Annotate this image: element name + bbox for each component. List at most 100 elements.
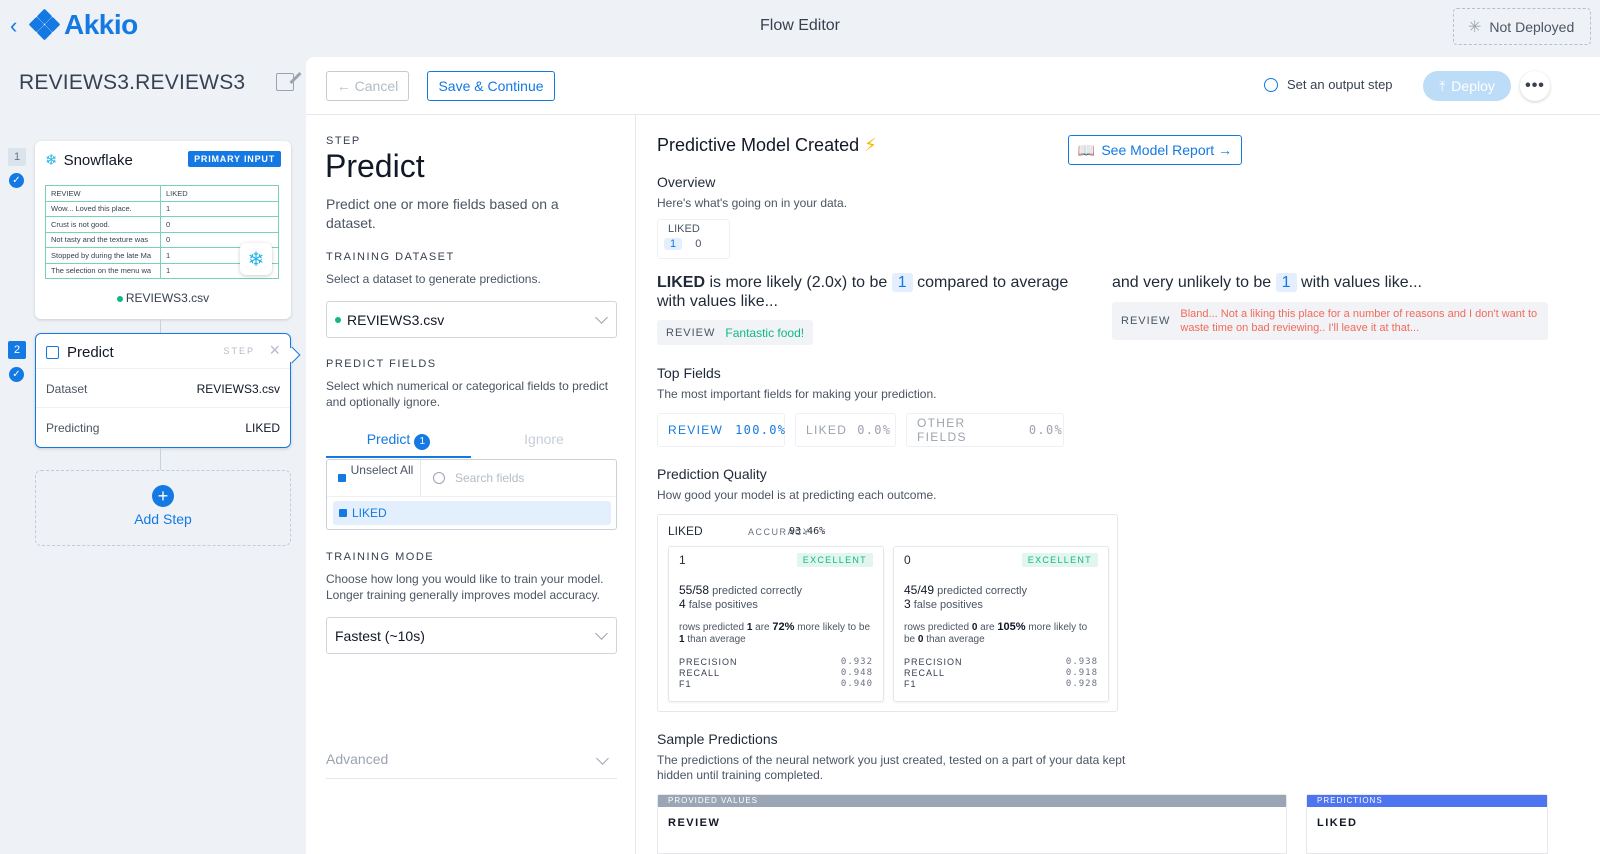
- top-field-pct: 0.0%: [857, 423, 892, 437]
- source-file: REVIEWS3.csv: [35, 291, 291, 305]
- overview-desc: Here's what's going on in your data.: [657, 196, 848, 210]
- see-model-report-button[interactable]: 📖 See Model Report →: [1068, 135, 1242, 165]
- provided-values-header: PROVIDED VALUES REVIEW: [657, 794, 1287, 854]
- pill-value: Bland... Not a liking this place for a n…: [1180, 308, 1538, 334]
- edit-icon[interactable]: [276, 73, 294, 91]
- fp-count: 4: [679, 597, 686, 611]
- step-title: Predict: [67, 344, 114, 361]
- deployment-status-button[interactable]: ✳ Not Deployed: [1453, 8, 1591, 45]
- output-step-label: Set an output step: [1287, 77, 1393, 92]
- value-chip: 1: [1275, 273, 1297, 292]
- toolbar: ← Cancel Save & Continue Set an output s…: [306, 57, 1600, 115]
- snowflake-step-card[interactable]: ❄ Snowflake PRIMARY INPUT REVIEW LIKED Wo…: [35, 141, 291, 319]
- pill-value: Fantastic food!: [725, 325, 805, 340]
- top-bar: ‹ Akkio Flow Editor ✳ Not Deployed: [0, 0, 1600, 54]
- top-field-name: OTHER FIELDS: [917, 416, 967, 444]
- likelihood-text: rows predicted 0 are 105% more likely to…: [904, 621, 1088, 645]
- search-icon: [433, 472, 445, 484]
- top-field-pct: 0.0%: [1028, 423, 1063, 437]
- metrics-list: PRECISION 0.932 RECALL 0.948 F1 0.940: [679, 657, 873, 689]
- fp-count: 3: [904, 597, 911, 611]
- top-fields-desc: The most important fields for making you…: [657, 387, 937, 401]
- step-title: Snowflake: [63, 151, 133, 169]
- training-mode-label: TRAINING MODE: [326, 551, 435, 563]
- top-field-name: LIKED: [806, 423, 848, 437]
- pq-field: LIKED: [668, 524, 703, 538]
- close-icon[interactable]: ×: [269, 340, 280, 361]
- set-output-step[interactable]: Set an output step: [1264, 77, 1393, 92]
- results-title: Predictive Model Created ⚡: [657, 135, 877, 156]
- see-report-label: See Model Report →: [1101, 142, 1233, 158]
- predict-fields-tabs: Predict 1 Ignore: [326, 426, 617, 458]
- table-row: Wow... Loved this place. 1: [45, 200, 279, 217]
- upload-icon: ⤒: [1439, 77, 1446, 94]
- add-step-label: Add Step: [134, 511, 192, 527]
- likely-text: is more likely (2.0x) to be: [709, 274, 888, 291]
- step-description: Predict one or more fields based on a da…: [326, 196, 559, 231]
- status-dot: [116, 295, 123, 302]
- lightning-icon: ⚡: [864, 135, 877, 155]
- tab-ignore[interactable]: Ignore: [471, 431, 617, 447]
- fp-text: false positives: [913, 599, 983, 611]
- plus-icon: +: [152, 485, 174, 507]
- likely-summary: LIKED is more likely (2.0x) to be 1 comp…: [657, 273, 1087, 311]
- more-options-button[interactable]: •••: [1520, 71, 1550, 101]
- training-dataset-desc: Select a dataset to generate predictions…: [326, 272, 541, 286]
- value-chip: 0: [695, 238, 702, 250]
- field-option-label: LIKED: [352, 506, 387, 520]
- outcome-card: 0 EXCELLENT 45/49 predicted correctly 3 …: [893, 546, 1109, 702]
- unselect-all-button[interactable]: Unselect All: [336, 464, 418, 476]
- predictions-label: PREDICTIONS: [1307, 795, 1547, 807]
- snowflake-icon[interactable]: ❄: [240, 243, 272, 275]
- provided-values-label: PROVIDED VALUES: [658, 795, 1286, 807]
- pill-label: REVIEW: [666, 326, 716, 339]
- outcome-value: 0: [904, 553, 911, 567]
- check-icon: ✓: [9, 173, 24, 188]
- step-title: Predict: [325, 148, 425, 184]
- tab-label: Predict: [366, 431, 411, 447]
- detail-value: REVIEWS3.csv: [196, 382, 280, 396]
- search-input[interactable]: Search fields: [433, 471, 524, 485]
- check-icon: ✓: [9, 367, 24, 382]
- unlikely-example-pill: REVIEW Bland... Not a liking this place …: [1112, 302, 1548, 340]
- pill-label: REVIEW: [1121, 315, 1171, 327]
- spark-icon: ✳: [1468, 18, 1482, 36]
- advanced-toggle[interactable]: Advanced: [326, 751, 617, 779]
- deploy-button[interactable]: ⤒ Deploy: [1423, 71, 1511, 101]
- add-step-button[interactable]: + Add Step: [35, 470, 291, 546]
- count-badge: 1: [414, 434, 431, 450]
- predict-fields-label: PREDICT FIELDS: [326, 358, 437, 370]
- step-config-panel: STEP Predict Predict one or more fields …: [306, 115, 636, 854]
- results-title-text: Predictive Model Created: [657, 135, 860, 155]
- cancel-button[interactable]: ← Cancel: [326, 71, 409, 101]
- correct-count: 55/58: [679, 583, 710, 597]
- fp-text: false positives: [688, 599, 758, 611]
- snowflake-icon: ❄: [45, 152, 58, 169]
- save-continue-button[interactable]: Save & Continue: [427, 71, 555, 101]
- radio-icon: [1264, 77, 1278, 92]
- deploy-label: Deploy: [1451, 78, 1495, 94]
- training-dataset-select[interactable]: REVIEWS3.csv: [326, 301, 617, 338]
- top-field-pct: 100.0%: [735, 423, 787, 437]
- overview-field: LIKED: [668, 223, 700, 235]
- unlikely-text: and very unlikely to be: [1112, 274, 1272, 291]
- field-option[interactable]: LIKED: [333, 501, 611, 525]
- top-field-item: OTHER FIELDS 0.0%: [906, 413, 1064, 447]
- accuracy-value: 93.46%: [789, 526, 826, 537]
- search-placeholder: Search fields: [455, 471, 525, 485]
- tab-predict[interactable]: Predict 1: [326, 431, 471, 458]
- top-field-item: REVIEW 100.0%: [657, 413, 785, 447]
- step-number-badge: 1: [8, 148, 26, 166]
- grade-badge: EXCELLENT: [1021, 553, 1098, 567]
- source-file-name: REVIEWS3.csv: [125, 291, 210, 305]
- select-value: Fastest (~10s): [335, 627, 425, 644]
- training-mode-desc: Choose how long you would like to train …: [326, 572, 604, 602]
- table-header: LIKED: [160, 185, 279, 202]
- predict-step-card[interactable]: Predict STEP × Dataset REVIEWS3.csv Pred…: [35, 333, 291, 448]
- primary-input-badge: PRIMARY INPUT: [188, 151, 281, 167]
- grade-badge: EXCELLENT: [796, 553, 873, 567]
- predict-icon: [46, 346, 59, 359]
- prediction-quality-title: Prediction Quality: [657, 466, 767, 482]
- outcome-value: 1: [679, 553, 686, 567]
- training-mode-select[interactable]: Fastest (~10s): [326, 617, 617, 654]
